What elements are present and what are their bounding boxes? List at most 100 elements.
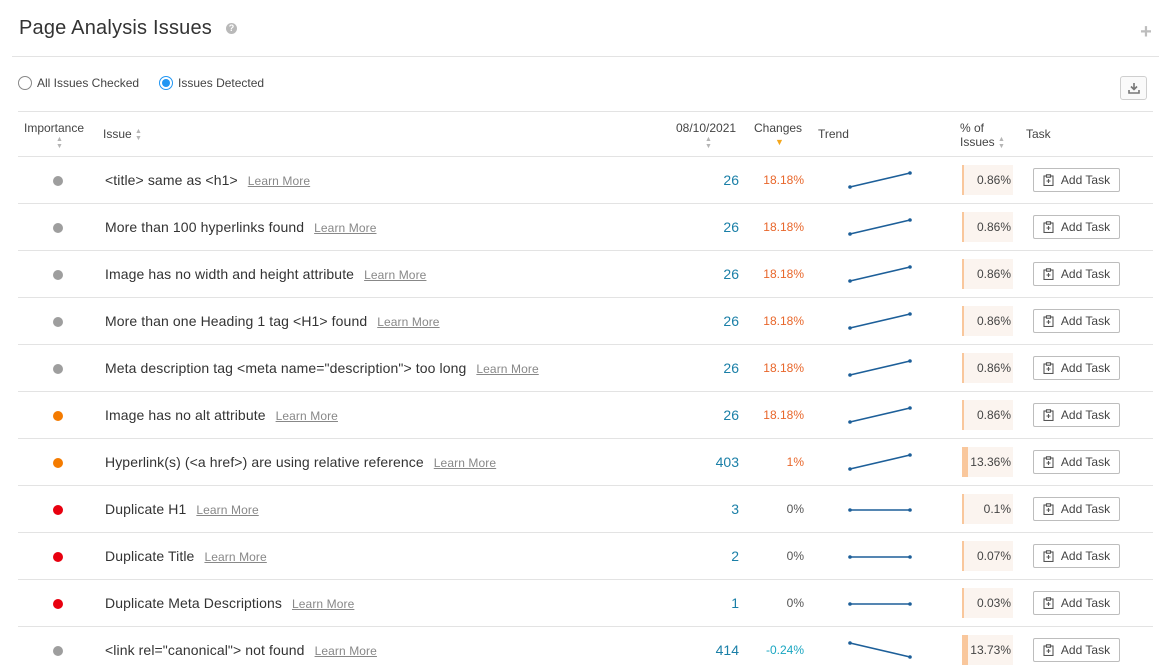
issues-detected-radio[interactable]: Issues Detected — [159, 76, 264, 90]
issue-count-link[interactable]: 2 — [731, 548, 739, 564]
add-task-button[interactable]: Add Task — [1033, 309, 1120, 333]
trend-point — [848, 641, 852, 645]
col-importance[interactable]: Importance ▲ ▼ — [24, 121, 84, 150]
col-pct-label-1: % of — [960, 121, 985, 135]
help-icon[interactable]: ? — [226, 23, 237, 34]
add-task-button[interactable]: Add Task — [1033, 262, 1120, 286]
learn-more-link[interactable]: Learn More — [434, 456, 496, 470]
trend-point — [848, 326, 852, 330]
change-value: 1% — [786, 455, 804, 469]
learn-more-link[interactable]: Learn More — [364, 268, 426, 282]
issue-text: Duplicate Meta Descriptions — [105, 595, 282, 611]
add-task-button[interactable]: Add Task — [1033, 638, 1120, 662]
col-task: Task — [1026, 127, 1051, 141]
download-button[interactable] — [1120, 76, 1147, 100]
table-row: Hyperlink(s) (<a href>) are using relati… — [18, 439, 1153, 486]
trend-line — [849, 360, 911, 376]
pct-issues-cell: 0.1% — [962, 494, 1013, 524]
add-task-button[interactable]: Add Task — [1033, 168, 1120, 192]
add-task-button[interactable]: Add Task — [1033, 450, 1120, 474]
importance-dot — [53, 223, 63, 233]
issue-count-link[interactable]: 26 — [723, 407, 739, 423]
trend-line — [849, 313, 911, 329]
learn-more-link[interactable]: Learn More — [248, 174, 310, 188]
trend-sparkline — [848, 312, 912, 330]
add-task-label: Add Task — [1060, 596, 1111, 610]
issue-text: Image has no width and height attribute — [105, 266, 355, 282]
issue-count-link[interactable]: 414 — [716, 642, 739, 658]
pct-issues-cell: 0.86% — [962, 400, 1013, 430]
issue-filter-group: All Issues Checked Issues Detected — [18, 76, 284, 90]
all-issues-radio-circle[interactable] — [18, 76, 32, 90]
trend-point — [848, 420, 852, 424]
issue-count-link[interactable]: 1 — [731, 595, 739, 611]
issue-cell: Duplicate Title Learn More — [105, 548, 267, 564]
add-widget-icon[interactable]: + — [1139, 22, 1153, 42]
col-date[interactable]: 08/10/2021 ▲ ▼ — [676, 121, 736, 150]
add-task-button[interactable]: Add Task — [1033, 356, 1120, 380]
issues-detected-radio-circle[interactable] — [159, 76, 174, 90]
learn-more-link[interactable]: Learn More — [315, 644, 377, 658]
issues-table: Importance ▲ ▼ Issue ▲ ▼ 08/10/2021 ▲ ▼ Cha… — [18, 111, 1153, 671]
issue-text: <title> same as <h1> — [105, 172, 238, 188]
clipboard-icon — [1043, 456, 1054, 468]
importance-dot — [53, 552, 63, 562]
pct-issues-cell: 0.07% — [962, 541, 1013, 571]
table-row: Image has no alt attribute Learn More 26 18… — [18, 392, 1153, 439]
issue-cell: <link rel="canonical"> not found Learn Mo… — [105, 642, 377, 658]
change-value: 0% — [786, 502, 804, 516]
all-issues-radio[interactable]: All Issues Checked — [18, 76, 139, 90]
add-task-button[interactable]: Add Task — [1033, 591, 1120, 615]
col-issue[interactable]: Issue ▲ ▼ — [103, 127, 142, 142]
issue-cell: Duplicate H1 Learn More — [105, 501, 259, 517]
learn-more-link[interactable]: Learn More — [204, 550, 266, 564]
table-row: Meta description tag <meta name="descrip… — [18, 345, 1153, 392]
pct-issues-value: 0.86% — [976, 361, 1011, 375]
learn-more-link[interactable]: Learn More — [292, 597, 354, 611]
pct-issues-value: 0.86% — [976, 220, 1011, 234]
pct-issues-value: 0.1% — [983, 502, 1011, 516]
importance-dot — [53, 176, 63, 186]
importance-dot — [53, 599, 63, 609]
issue-count-link[interactable]: 3 — [731, 501, 739, 517]
add-task-label: Add Task — [1060, 408, 1111, 422]
clipboard-icon — [1043, 597, 1054, 609]
trend-point — [908, 453, 912, 457]
sort-arrows-icon: ▲ ▼ — [705, 135, 712, 150]
issue-count-link[interactable]: 26 — [723, 360, 739, 376]
change-value: 0% — [786, 596, 804, 610]
add-task-label: Add Task — [1060, 502, 1111, 516]
pct-issues-bar — [962, 353, 964, 383]
add-task-button[interactable]: Add Task — [1033, 215, 1120, 239]
issue-count-link[interactable]: 26 — [723, 313, 739, 329]
sort-desc-icon: ▼ — [775, 137, 784, 148]
issue-cell: Hyperlink(s) (<a href>) are using relati… — [105, 454, 496, 470]
pct-issues-value: 0.86% — [976, 267, 1011, 281]
importance-dot — [53, 364, 63, 374]
learn-more-link[interactable]: Learn More — [314, 221, 376, 235]
issue-count-link[interactable]: 26 — [723, 219, 739, 235]
table-row: Image has no width and height attribute L… — [18, 251, 1153, 298]
col-pct-issues[interactable]: % of Issues ▲ ▼ — [960, 121, 1005, 150]
issue-count-link[interactable]: 26 — [723, 266, 739, 282]
table-row: Duplicate Meta Descriptions Learn More 1 0%… — [18, 580, 1153, 627]
trend-sparkline — [848, 453, 912, 471]
add-task-button[interactable]: Add Task — [1033, 497, 1120, 521]
learn-more-link[interactable]: Learn More — [377, 315, 439, 329]
issue-count-link[interactable]: 403 — [716, 454, 739, 470]
clipboard-icon — [1043, 221, 1054, 233]
add-task-label: Add Task — [1060, 220, 1111, 234]
learn-more-link[interactable]: Learn More — [196, 503, 258, 517]
learn-more-link[interactable]: Learn More — [276, 409, 338, 423]
add-task-button[interactable]: Add Task — [1033, 544, 1120, 568]
issue-count-link[interactable]: 26 — [723, 172, 739, 188]
pct-issues-value: 13.73% — [970, 643, 1011, 657]
issue-cell: Image has no alt attribute Learn More — [105, 407, 338, 423]
learn-more-link[interactable]: Learn More — [476, 362, 538, 376]
trend-point — [908, 359, 912, 363]
clipboard-icon — [1043, 315, 1054, 327]
issue-text: More than 100 hyperlinks found — [105, 219, 305, 235]
col-changes[interactable]: Changes ▼ — [754, 121, 802, 149]
trend-point — [848, 185, 852, 189]
add-task-button[interactable]: Add Task — [1033, 403, 1120, 427]
